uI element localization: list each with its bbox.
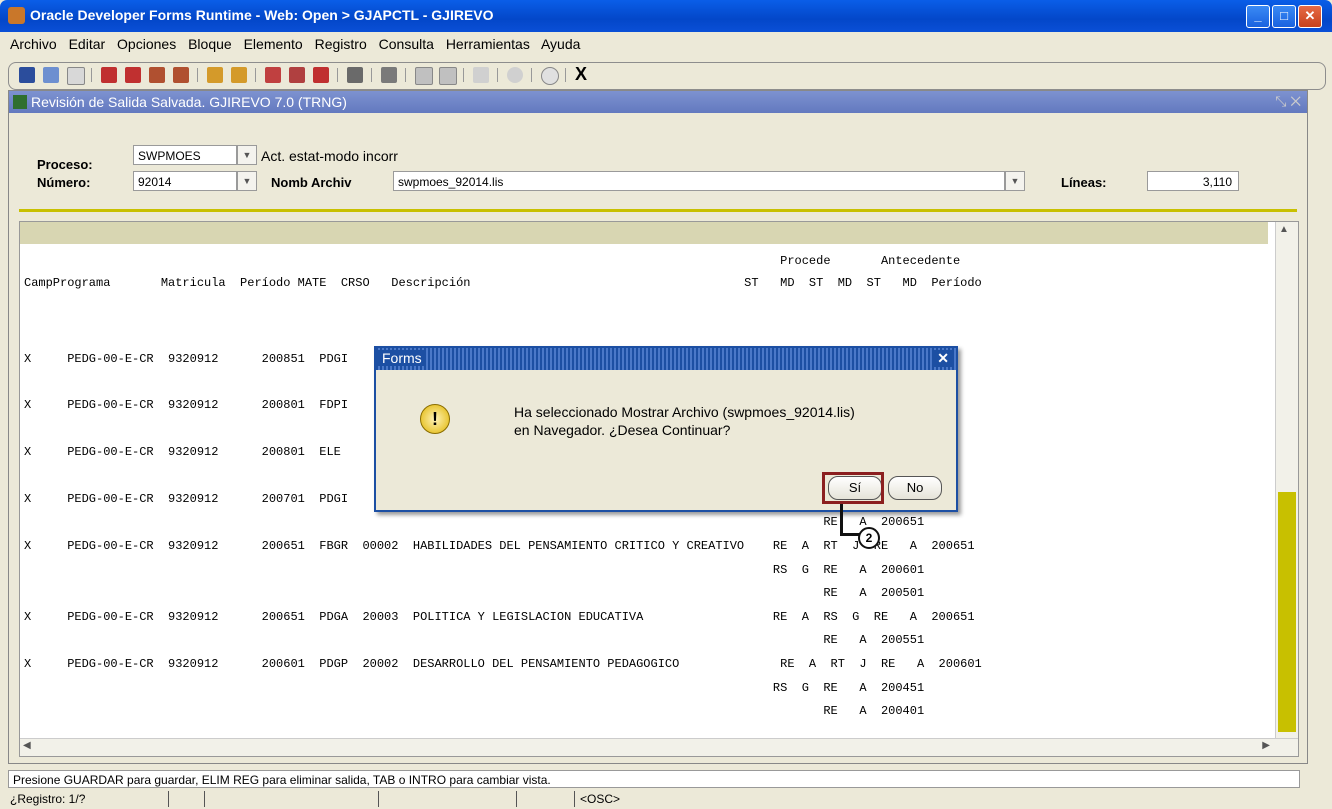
speaker-icon[interactable] <box>473 67 489 83</box>
toolbar: X <box>8 62 1326 90</box>
numero-field[interactable]: 92014 <box>133 171 237 191</box>
report-row: RE A 200651 <box>24 515 925 529</box>
menu-archivo[interactable]: Archivo <box>10 36 57 52</box>
osc-indicator: <OSC> <box>580 792 621 806</box>
print-icon[interactable] <box>347 67 363 83</box>
report-row: X PEDG-00-E-CR 9320912 200601 PDGP 20002… <box>24 657 982 671</box>
form-title: Revisión de Salida Salvada. GJIREVO 7.0 … <box>31 94 347 110</box>
menu-consulta[interactable]: Consulta <box>379 36 434 52</box>
nomb-archiv-field[interactable]: swpmoes_92014.lis <box>393 171 1005 191</box>
printer-icon[interactable] <box>381 67 397 83</box>
dialog-close-icon[interactable]: ✕ <box>934 350 952 367</box>
vertical-scrollbar[interactable]: ▲ <box>1275 222 1298 738</box>
status-message: Presione GUARDAR para guardar, ELIM REG … <box>8 770 1300 788</box>
report-row: X PEDG-00-E-CR 9320912 200651 PDGA 20003… <box>24 610 975 624</box>
menu-editar[interactable]: Editar <box>69 36 106 52</box>
print-preview-icon[interactable] <box>67 67 85 85</box>
menu-elemento[interactable]: Elemento <box>244 36 303 52</box>
warning-icon: ! <box>420 404 450 434</box>
separator-line <box>19 209 1297 212</box>
report-header-line-2: CampPrograma Matricula Período MATE CRSO… <box>24 276 982 290</box>
scroll-right-icon[interactable]: ▶ <box>1262 740 1270 751</box>
menu-opciones[interactable]: Opciones <box>117 36 176 52</box>
form-icon <box>13 95 27 109</box>
menu-bloque[interactable]: Bloque <box>188 36 232 52</box>
prev-block-icon[interactable] <box>125 67 141 83</box>
close-button[interactable]: ✕ <box>1298 5 1322 28</box>
menu-herramientas[interactable]: Herramientas <box>446 36 530 52</box>
menu-ayuda[interactable]: Ayuda <box>541 36 580 52</box>
scrollbar-thumb[interactable] <box>1278 492 1296 732</box>
filter-icon[interactable] <box>231 67 247 83</box>
proceso-label: Proceso: <box>37 157 93 172</box>
report-row: RS G RE A 200451 <box>24 681 925 695</box>
annotation-highlight-box <box>822 472 884 504</box>
annotation-callout-line <box>840 533 860 536</box>
report-header-line-1: Procede Antecedente <box>24 254 961 268</box>
nomb-archiv-dropdown-button[interactable]: ▼ <box>1005 171 1025 191</box>
record-indicator: ¿Registro: 1/? <box>10 792 86 806</box>
remove-record-icon[interactable] <box>289 67 305 83</box>
report-row: RE A 200401 <box>24 704 925 718</box>
search-icon[interactable] <box>207 67 223 83</box>
nomb-archiv-label: Nomb Archiv <box>271 175 352 190</box>
target-icon[interactable] <box>507 67 523 83</box>
form-window-controls[interactable]: ⤡ ✕ <box>1275 93 1301 110</box>
lineas-field[interactable]: 3,110 <box>1147 171 1239 191</box>
maximize-button[interactable]: □ <box>1272 5 1296 28</box>
proceso-description: Act. estat-modo incorr <box>261 148 398 164</box>
proceso-dropdown-button[interactable]: ▼ <box>237 145 257 165</box>
export-icon[interactable] <box>439 67 457 85</box>
save-icon[interactable] <box>19 67 35 83</box>
app-icon <box>8 7 25 24</box>
last-record-icon[interactable] <box>173 67 189 83</box>
dialog-message-line-1: Ha seleccionado Mostrar Archivo (swpmoes… <box>514 404 855 420</box>
dialog-title-bar: Forms ✕ <box>376 348 956 370</box>
form-title-bar: Revisión de Salida Salvada. GJIREVO 7.0 … <box>9 91 1307 113</box>
exit-icon[interactable]: X <box>575 64 587 85</box>
proceso-field[interactable]: SWPMOES <box>133 145 237 165</box>
lineas-label: Líneas: <box>1061 175 1107 190</box>
report-header-bar <box>20 222 1268 244</box>
scroll-left-icon[interactable]: ◀ <box>23 740 31 751</box>
undo-icon[interactable] <box>43 67 59 83</box>
help-icon[interactable] <box>541 67 559 85</box>
horizontal-scrollbar[interactable]: ◀ ▶ <box>20 738 1298 756</box>
numero-label: Número: <box>37 175 91 190</box>
numero-dropdown-button[interactable]: ▼ <box>237 171 257 191</box>
no-button[interactable]: No <box>888 476 942 500</box>
window-title-bar: Oracle Developer Forms Runtime - Web: Op… <box>0 0 1332 32</box>
annotation-step-number: 2 <box>858 527 880 549</box>
menu-registro[interactable]: Registro <box>315 36 367 52</box>
dialog-message-line-2: en Navegador. ¿Desea Continuar? <box>514 422 731 438</box>
report-row: RE A 200501 <box>24 586 925 600</box>
delete-record-icon[interactable] <box>313 67 329 83</box>
scroll-up-icon[interactable]: ▲ <box>1279 224 1289 235</box>
report-row: X PEDG-00-E-CR 9320912 200651 FBGR 00002… <box>24 539 975 553</box>
minimize-button[interactable]: _ <box>1246 5 1270 28</box>
report-row: RS G RE A 200601 <box>24 563 925 577</box>
status-bar: ¿Registro: 1/? <OSC> <box>8 790 1308 808</box>
next-block-icon[interactable] <box>101 67 117 83</box>
menu-bar: Archivo Editar Opciones Bloque Elemento … <box>10 36 588 60</box>
dialog-title: Forms <box>378 350 426 366</box>
window-title: Oracle Developer Forms Runtime - Web: Op… <box>30 7 494 23</box>
attachment-icon[interactable] <box>415 67 433 85</box>
annotation-callout-line <box>840 504 843 536</box>
insert-record-icon[interactable] <box>265 67 281 83</box>
first-record-icon[interactable] <box>149 67 165 83</box>
report-row: RE A 200551 <box>24 633 925 647</box>
